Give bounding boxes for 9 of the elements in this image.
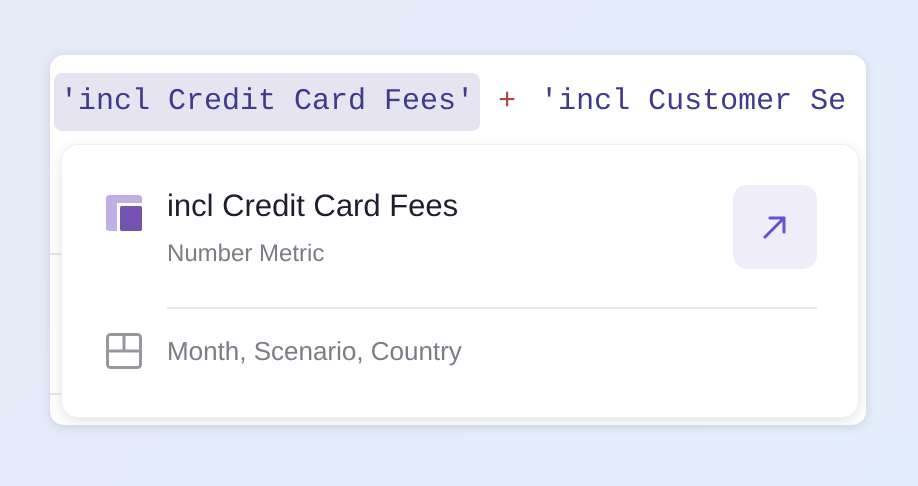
metric-title: incl Credit Card Fees [167,187,460,225]
open-button[interactable] [733,185,817,269]
metric-reference[interactable]: 'incl Credit Card Fees' [54,73,480,131]
plus-operator: + [498,85,516,119]
metric-reference[interactable]: 'incl Customer Se [534,73,852,131]
metric-type: Number Metric [167,240,326,268]
grid-icon [106,333,142,369]
dimension-list: Month, Scenario, Country [167,336,462,366]
metric-icon [106,195,142,231]
